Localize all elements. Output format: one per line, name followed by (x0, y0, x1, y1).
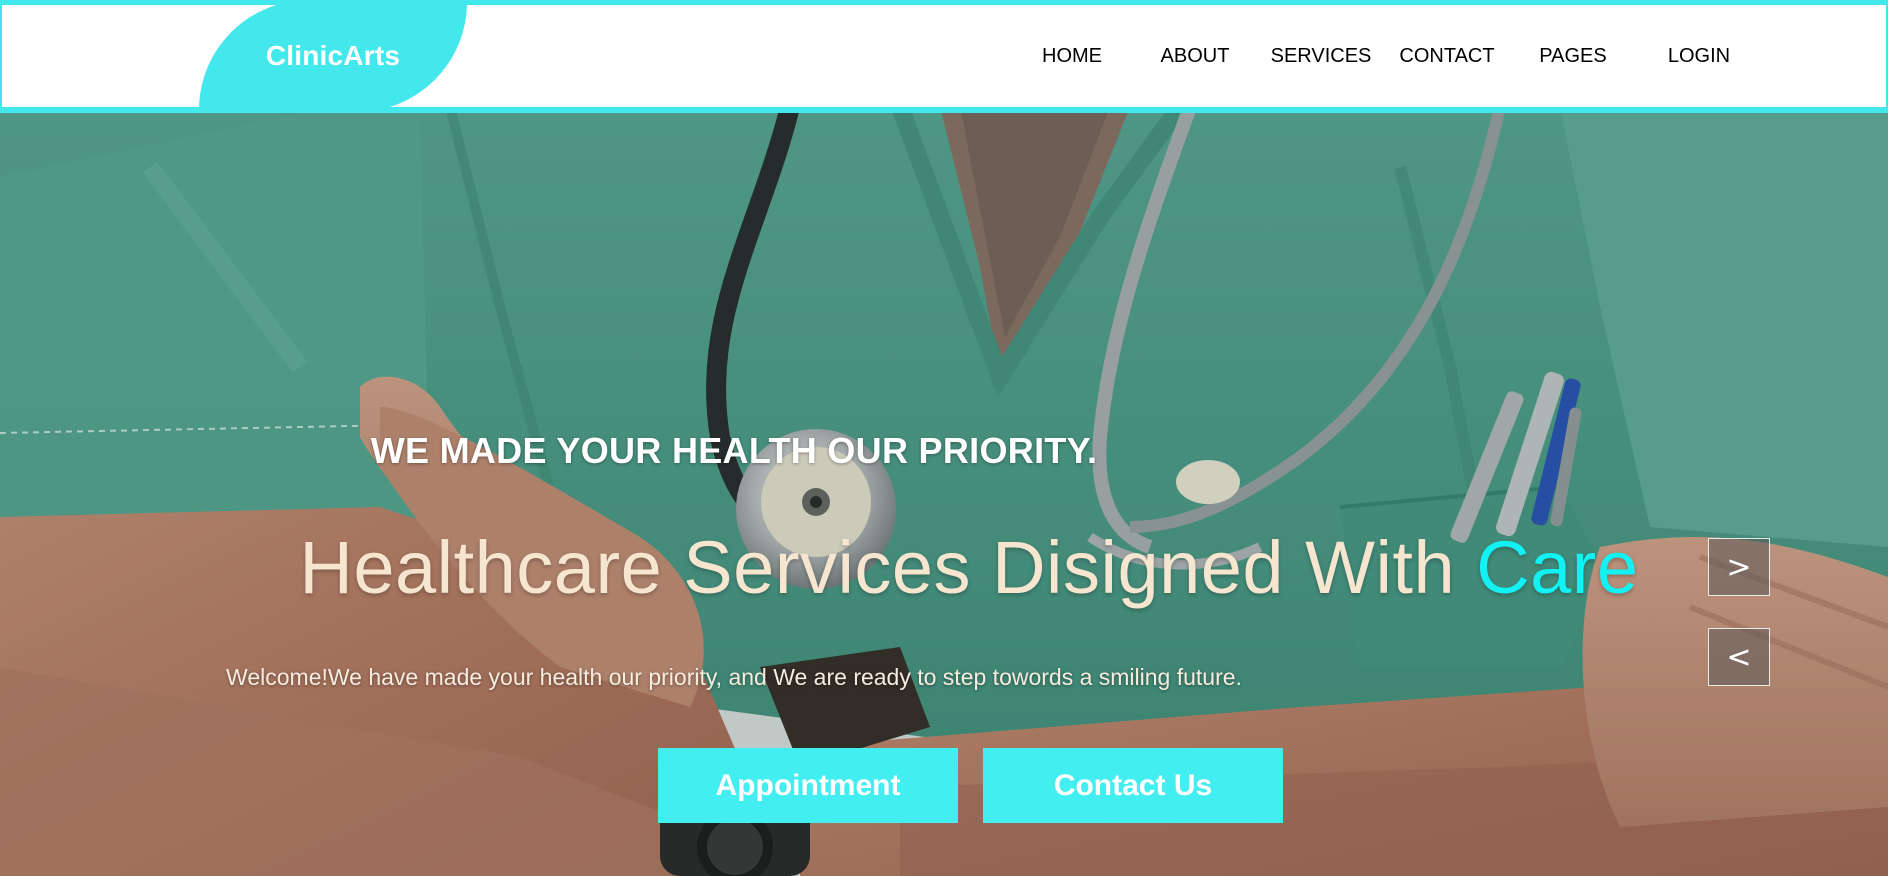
contact-us-button[interactable]: Contact Us (983, 748, 1283, 823)
hero-kicker: WE MADE YOUR HEALTH OUR PRIORITY. (370, 430, 1098, 471)
main-nav: HOME ABOUT SERVICES CONTACT PAGES LOGIN (1012, 5, 1762, 107)
chevron-left-icon: < (1726, 639, 1752, 675)
chevron-right-icon: > (1726, 549, 1752, 585)
nav-pages[interactable]: PAGES (1510, 45, 1636, 68)
hero-tagline: Welcome!We have made your health our pri… (226, 664, 1242, 690)
site-header: ClinicArts HOME ABOUT SERVICES CONTACT P… (0, 0, 1888, 113)
nav-contact[interactable]: CONTACT (1384, 45, 1510, 68)
hero-headline-accent: Care (1476, 526, 1639, 609)
slider-prev-button[interactable]: < (1708, 628, 1770, 686)
logo[interactable]: ClinicArts (199, 0, 467, 112)
nav-home[interactable]: HOME (1012, 45, 1132, 68)
slider-next-button[interactable]: > (1708, 538, 1770, 596)
logo-text: ClinicArts (265, 40, 401, 71)
page: ClinicArts HOME ABOUT SERVICES CONTACT P… (0, 0, 1888, 876)
hero-section: WE MADE YOUR HEALTH OUR PRIORITY. Health… (0, 107, 1888, 876)
appointment-button[interactable]: Appointment (658, 748, 958, 823)
nav-about[interactable]: ABOUT (1132, 45, 1258, 68)
hero-headline-main: Healthcare Services Disigned With (299, 526, 1477, 609)
hero-content: WE MADE YOUR HEALTH OUR PRIORITY. Health… (0, 107, 1888, 876)
hero-headline: Healthcare Services Disigned With Care (0, 525, 1888, 610)
nav-services[interactable]: SERVICES (1258, 45, 1384, 68)
nav-login[interactable]: LOGIN (1636, 45, 1762, 68)
